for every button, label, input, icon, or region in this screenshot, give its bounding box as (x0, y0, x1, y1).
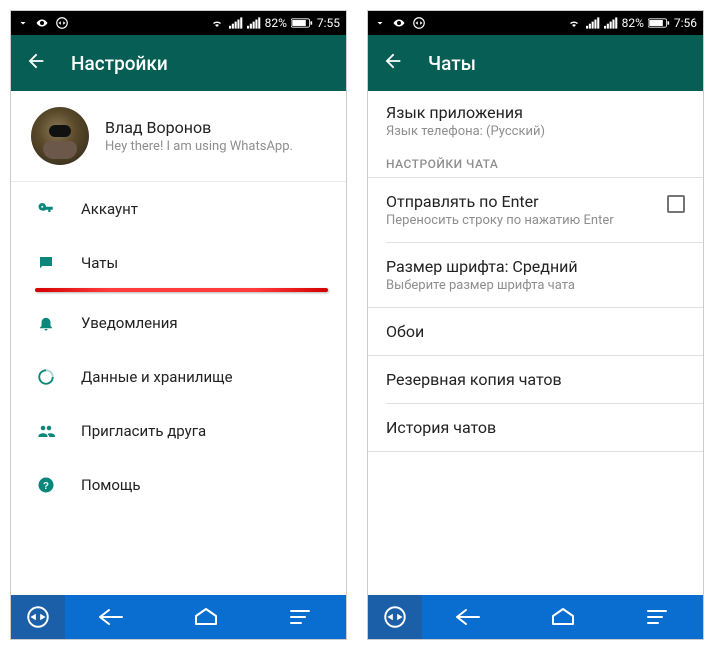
row-wallpaper[interactable]: Обои (368, 308, 703, 355)
wifi-icon (209, 17, 225, 29)
profile-name: Влад Воронов (105, 118, 293, 137)
teamviewer-icon (412, 16, 426, 30)
svg-text:?: ? (43, 481, 49, 492)
battery-percent: 82% (622, 16, 644, 30)
checkbox-enter-send[interactable] (667, 195, 685, 213)
help-icon: ? (35, 476, 57, 494)
data-usage-icon (35, 368, 57, 386)
bell-icon (35, 314, 57, 332)
profile-row[interactable]: Влад Воронов Hey there! I am using Whats… (11, 91, 346, 182)
menu-label: Пригласить друга (81, 422, 206, 440)
signal-icon (229, 17, 243, 29)
teamviewer-icon (55, 16, 69, 30)
menu-label: Аккаунт (81, 200, 138, 218)
back-icon[interactable] (382, 50, 404, 76)
clock-text: 7:56 (674, 16, 697, 30)
row-language[interactable]: Язык приложения Язык телефона: (Русский) (368, 91, 703, 139)
battery-icon (648, 17, 670, 29)
settings-menu: Аккаунт Чаты Уведомления Данные и хранил… (11, 182, 346, 595)
menu-label: Чаты (81, 254, 118, 272)
status-bar: 82% 7:55 (11, 11, 346, 35)
app-bar: Настройки (11, 35, 346, 91)
menu-item-help[interactable]: ? Помощь (11, 458, 346, 512)
page-title: Настройки (71, 52, 168, 75)
eye-icon (392, 17, 406, 29)
profile-status: Hey there! I am using WhatsApp. (105, 139, 293, 154)
menu-item-account[interactable]: Аккаунт (11, 182, 346, 236)
row-history[interactable]: История чатов (368, 404, 703, 451)
row-subtitle: Выберите размер шрифта чата (386, 278, 685, 293)
key-icon (35, 200, 57, 218)
signal-icon (586, 17, 600, 29)
nav-teamviewer-icon[interactable] (11, 595, 65, 639)
nav-bar (368, 595, 703, 639)
back-icon[interactable] (25, 50, 47, 76)
row-subtitle: Язык телефона: (Русский) (386, 124, 685, 139)
menu-item-invite[interactable]: Пригласить друга (11, 404, 346, 458)
row-subtitle: Переносить строку по нажатию Enter (386, 213, 657, 228)
row-title: Размер шрифта: Средний (386, 257, 685, 276)
people-icon (35, 422, 57, 440)
battery-percent: 82% (265, 16, 287, 30)
menu-item-data[interactable]: Данные и хранилище (11, 350, 346, 404)
nav-home-icon[interactable] (516, 607, 610, 627)
status-bar: 82% 7:56 (368, 11, 703, 35)
clock-text: 7:55 (317, 16, 340, 30)
app-bar: Чаты (368, 35, 703, 91)
wifi-icon (566, 17, 582, 29)
row-title: Язык приложения (386, 103, 685, 122)
nav-recent-icon[interactable] (609, 608, 703, 626)
signal-2-icon (247, 17, 261, 29)
avatar[interactable] (31, 107, 89, 165)
row-title: Резервная копия чатов (386, 370, 685, 389)
settings-screen: 82% 7:55 Настройки Влад Воронов Hey ther… (10, 10, 347, 640)
chevron-down-icon (17, 17, 29, 29)
nav-recent-icon[interactable] (252, 608, 346, 626)
nav-back-icon[interactable] (422, 607, 516, 627)
row-enter-send[interactable]: Отправлять по Enter Переносить строку по… (368, 178, 703, 242)
row-title: История чатов (386, 418, 685, 437)
menu-label: Помощь (81, 476, 141, 494)
row-font-size[interactable]: Размер шрифта: Средний Выберите размер ш… (368, 243, 703, 307)
nav-home-icon[interactable] (159, 607, 253, 627)
menu-item-notifications[interactable]: Уведомления (11, 296, 346, 350)
menu-label: Уведомления (81, 314, 178, 332)
battery-icon (291, 17, 313, 29)
menu-item-chats[interactable]: Чаты (11, 236, 346, 290)
nav-teamviewer-icon[interactable] (368, 595, 422, 639)
row-title: Обои (386, 322, 685, 341)
page-title: Чаты (428, 52, 476, 75)
chevron-down-icon (374, 17, 386, 29)
menu-label: Данные и хранилище (81, 368, 233, 386)
nav-back-icon[interactable] (65, 607, 159, 627)
signal-2-icon (604, 17, 618, 29)
eye-icon (35, 17, 49, 29)
chats-settings-screen: 82% 7:56 Чаты Язык приложения Язык телеф… (367, 10, 704, 640)
section-header-chat: НАСТРОЙКИ ЧАТА (368, 139, 703, 177)
row-title: Отправлять по Enter (386, 192, 657, 211)
nav-bar (11, 595, 346, 639)
row-backup[interactable]: Резервная копия чатов (368, 356, 703, 403)
chat-icon (35, 254, 57, 272)
